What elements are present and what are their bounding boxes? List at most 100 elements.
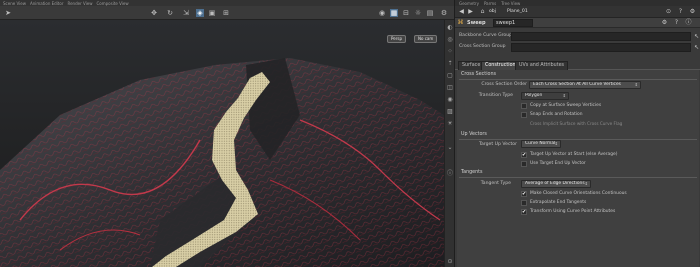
tangents-header[interactable]: Tangents — [459, 170, 697, 178]
viewport[interactable]: Scene View Animation Editor Render View … — [0, 0, 454, 267]
node-type-icon: ⌘ — [457, 19, 464, 26]
chevron-down-icon: ⇕ — [562, 93, 566, 98]
node-type-label: Sweep — [467, 20, 486, 26]
checkbox[interactable] — [521, 161, 527, 167]
cross-section-order-label: Cross Section Order — [481, 82, 527, 87]
transition-type-value: Polygon — [525, 93, 543, 98]
viewport-tab[interactable]: Animation Editor — [30, 1, 64, 6]
cross-section-order-dropdown[interactable]: Each Cross Section At All Curve Vertices… — [529, 81, 641, 89]
checkbox[interactable] — [521, 112, 527, 118]
checkbox[interactable] — [521, 103, 527, 109]
checkbox-label: Snap Ends and Rotation — [530, 112, 583, 117]
checkbox-label: Target Up Vector at Start (else Average) — [530, 152, 618, 157]
pane-tab[interactable]: Parms — [484, 1, 496, 6]
transition-type-label: Transition Type — [478, 93, 513, 98]
template-icon[interactable]: ◫ — [446, 84, 454, 92]
rotate-icon[interactable]: ↻ — [166, 9, 174, 17]
terrain-scene[interactable] — [0, 20, 444, 267]
background-icon[interactable]: ▨ — [446, 108, 454, 116]
back-arrow-icon[interactable]: ◀ — [458, 8, 465, 15]
scale-icon[interactable]: ⇲ — [182, 9, 190, 17]
cross-section-row: Cross Section Group ↖ — [455, 43, 700, 53]
info-icon[interactable]: ⓘ — [446, 170, 454, 178]
cross-section-hint: Cross Implicit Surface with Cross Curve … — [530, 121, 623, 126]
path-bar: ◀ ▶ ⌂ obj Plane_01 ⊙ ? ⚙ — [455, 6, 700, 18]
pin-icon[interactable]: ⊙ — [665, 8, 672, 15]
checkbox[interactable] — [521, 200, 527, 206]
cross-section-group-field[interactable] — [511, 43, 691, 52]
viewport-toolbar: ➤ ✥ ↻ ⇲ ◈ ▣ ⊞ ◉ ▦ ⊟ ☼ ▤ ⚙ — [0, 6, 454, 20]
pin-icon[interactable]: ⊙ — [446, 258, 454, 266]
tangent-type-dropdown[interactable]: Average of Edge Directions ⇕ — [521, 180, 591, 188]
node-header: ⌘ Sweep sweep1 ⚙ ? ⓘ — [455, 18, 700, 28]
cross-sections-header[interactable]: Cross Sections — [459, 72, 697, 80]
node-name-field[interactable]: sweep1 — [493, 19, 533, 27]
checkbox-checked[interactable]: ✔ — [521, 152, 527, 158]
help-icon[interactable]: ? — [677, 8, 684, 15]
view-icon[interactable]: ▣ — [208, 9, 216, 17]
gear-icon[interactable]: ⚙ — [661, 19, 668, 26]
chevron-down-icon: ⇕ — [634, 82, 638, 87]
lock-icon[interactable]: ⊟ — [402, 9, 410, 17]
camera-menu[interactable]: No cam — [414, 35, 438, 43]
select-arrow-icon[interactable]: ↖ — [693, 33, 700, 40]
tangent-type-label: Tangent Type — [480, 181, 511, 186]
home-icon[interactable]: ⌂ — [479, 8, 486, 15]
viewport-tab[interactable]: Scene View — [3, 1, 26, 6]
points-icon[interactable]: ⁘ — [446, 48, 454, 56]
checkbox-label: Copy at Surface Sweep Verticies — [530, 103, 602, 108]
shading-icon[interactable]: ◐ — [446, 24, 454, 32]
forward-arrow-icon[interactable]: ▶ — [467, 8, 474, 15]
bbox-icon[interactable]: ▢ — [446, 72, 454, 80]
ghost-icon[interactable]: ◎ — [446, 36, 454, 44]
backbone-row: Backbone Curve Group ↖ — [455, 32, 700, 42]
checkbox-checked[interactable]: ✔ — [521, 209, 527, 215]
parameter-panel: Geometry Parms Tree View ◀ ▶ ⌂ obj Plane… — [454, 0, 700, 267]
select-arrow-icon[interactable]: ↖ — [693, 44, 700, 51]
parameter-tabs: Surface Construction UVs and Attributes — [455, 60, 700, 70]
checkbox-label: Use Target End Up Vector — [530, 161, 586, 166]
help-icon[interactable]: ? — [673, 19, 680, 26]
move-icon[interactable]: ✥ — [150, 9, 158, 17]
checkbox-label: Transform Using Curve Point Attributes — [530, 209, 616, 214]
path-node[interactable]: Plane_01 — [507, 9, 528, 14]
normals-icon[interactable]: ⇡ — [446, 60, 454, 68]
cross-section-order-value: Each Cross Section At All Curve Vertices — [533, 82, 621, 87]
target-up-vector-value: Curve Normal — [525, 141, 556, 146]
grid-icon[interactable]: ▤ — [426, 9, 434, 17]
backbone-label: Backbone Curve Group — [459, 33, 513, 38]
handle-icon[interactable]: ◈ — [196, 9, 204, 17]
chevron-down-icon[interactable]: ⌄ — [446, 144, 454, 152]
display-options-strip: ◐ ◎ ⁘ ⇡ ▢ ◫ ◉ ▨ ☀ ⌄ ⓘ ⊙ — [444, 20, 454, 267]
checkbox-label: Make Closed Curve Orientations Continuou… — [530, 191, 627, 196]
backbone-group-field[interactable] — [511, 32, 691, 41]
gear-icon[interactable]: ⚙ — [689, 8, 696, 15]
chevron-down-icon: ⇕ — [584, 181, 588, 186]
checkbox-label: Extrapolate End Tangents — [530, 200, 587, 205]
settings-icon[interactable]: ⚙ — [440, 9, 448, 17]
display-icon[interactable]: ◉ — [378, 9, 386, 17]
up-vectors-header[interactable]: Up Vectors — [459, 132, 697, 140]
info-icon[interactable]: ⓘ — [685, 19, 692, 26]
chevron-down-icon: ⇕ — [554, 141, 558, 146]
checkbox-checked[interactable]: ✔ — [521, 191, 527, 197]
visibility-icon[interactable]: ◉ — [446, 96, 454, 104]
pane-tab[interactable]: Geometry — [459, 1, 479, 6]
tab-uvs-and-attributes[interactable]: UVs and Attributes — [515, 61, 569, 70]
viewport-tab[interactable]: Composite View — [97, 1, 129, 6]
cross-section-label: Cross Section Group — [459, 44, 506, 49]
light-icon[interactable]: ☼ — [414, 9, 422, 17]
viewport-tab[interactable]: Render View — [67, 1, 92, 6]
transition-type-dropdown[interactable]: Polygon ⇕ — [521, 92, 569, 100]
path-root[interactable]: obj — [489, 9, 496, 14]
persp-menu[interactable]: Persp — [387, 35, 406, 43]
target-up-vector-dropdown[interactable]: Curve Normal ⇕ — [521, 140, 561, 148]
tab-construction[interactable]: Construction — [481, 61, 520, 70]
pane-tab[interactable]: Tree View — [501, 1, 520, 6]
tangent-type-value: Average of Edge Directions — [525, 181, 585, 186]
wireframe-icon[interactable]: ▦ — [390, 9, 398, 17]
construction-tab-body: Cross Sections Cross Section Order Each … — [457, 70, 699, 267]
lighting-icon[interactable]: ☀ — [446, 120, 454, 128]
snap-icon[interactable]: ⊞ — [222, 9, 230, 17]
select-arrow-icon[interactable]: ➤ — [4, 9, 12, 17]
